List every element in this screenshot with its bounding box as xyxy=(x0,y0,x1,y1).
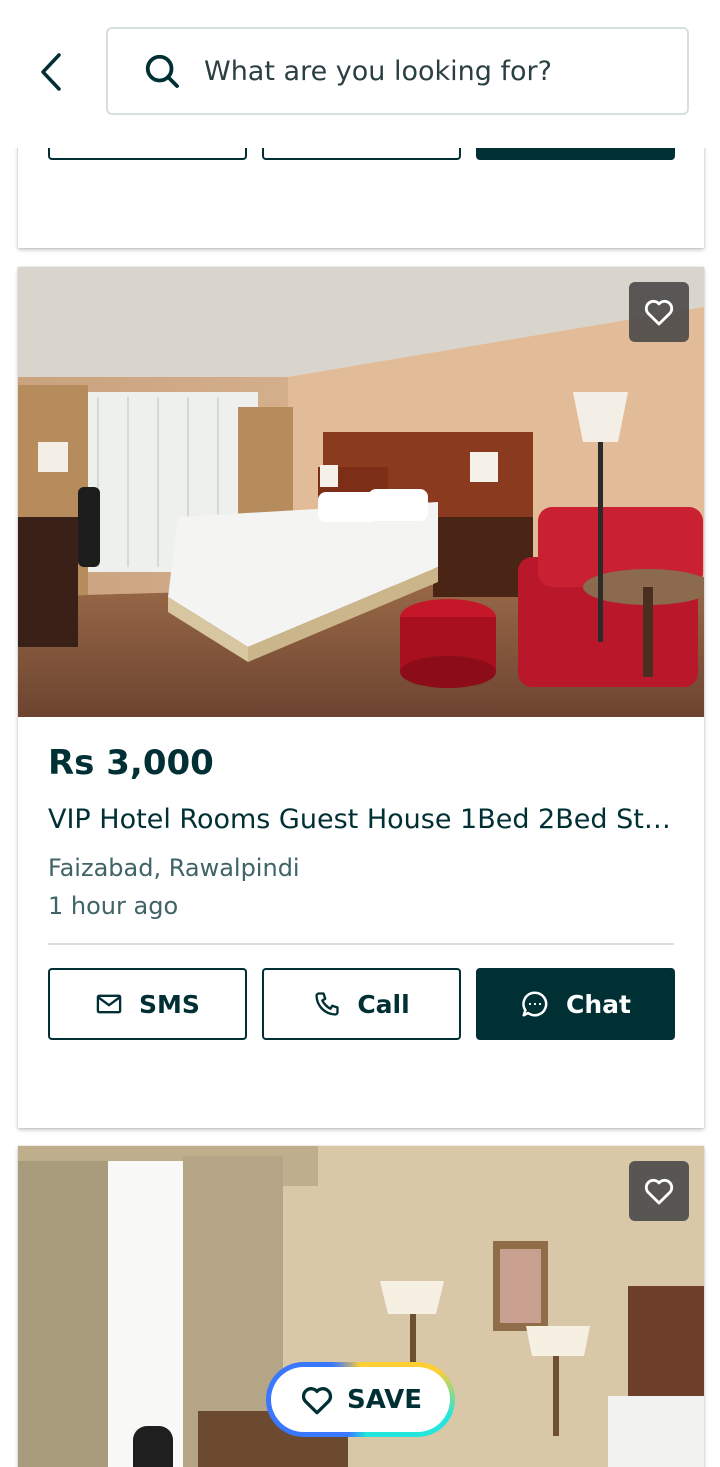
back-button[interactable] xyxy=(28,46,76,98)
chat-button[interactable]: Chat xyxy=(476,968,675,1040)
sms-label: SMS xyxy=(139,989,200,1019)
phone-icon xyxy=(315,992,339,1016)
heart-icon xyxy=(644,299,674,326)
heart-icon xyxy=(301,1386,333,1414)
top-bar xyxy=(0,0,720,148)
listing-price: Rs 3,000 xyxy=(48,743,214,783)
call-label: Call xyxy=(357,989,410,1019)
listing-time: 1 hour ago xyxy=(48,892,179,920)
save-search-inner[interactable]: SAVE xyxy=(271,1367,450,1432)
listing-feed: Rs 3,000 VIP Hotel Rooms Guest House 1Be… xyxy=(0,0,720,1467)
favorite-button-next[interactable] xyxy=(629,1161,689,1221)
listing-card[interactable]: Rs 3,000 VIP Hotel Rooms Guest House 1Be… xyxy=(18,267,704,1128)
search-input[interactable] xyxy=(204,55,644,87)
sms-button[interactable]: SMS xyxy=(48,968,247,1040)
search-icon xyxy=(142,51,182,91)
listing-photo[interactable] xyxy=(18,267,704,717)
listing-title[interactable]: VIP Hotel Rooms Guest House 1Bed 2Bed St… xyxy=(48,804,678,835)
search-bar[interactable] xyxy=(106,27,689,115)
save-label: SAVE xyxy=(347,1384,422,1415)
divider xyxy=(48,943,674,945)
save-search-button[interactable]: SAVE xyxy=(266,1362,455,1437)
heart-icon xyxy=(644,1178,674,1205)
listing-location: Faizabad, Rawalpindi xyxy=(48,854,300,882)
call-button[interactable]: Call xyxy=(262,968,461,1040)
back-arrow-icon xyxy=(41,53,61,91)
mail-icon xyxy=(96,994,122,1014)
chat-bubble-icon xyxy=(522,991,548,1017)
chat-label: Chat xyxy=(566,989,631,1019)
favorite-button[interactable] xyxy=(629,282,689,342)
